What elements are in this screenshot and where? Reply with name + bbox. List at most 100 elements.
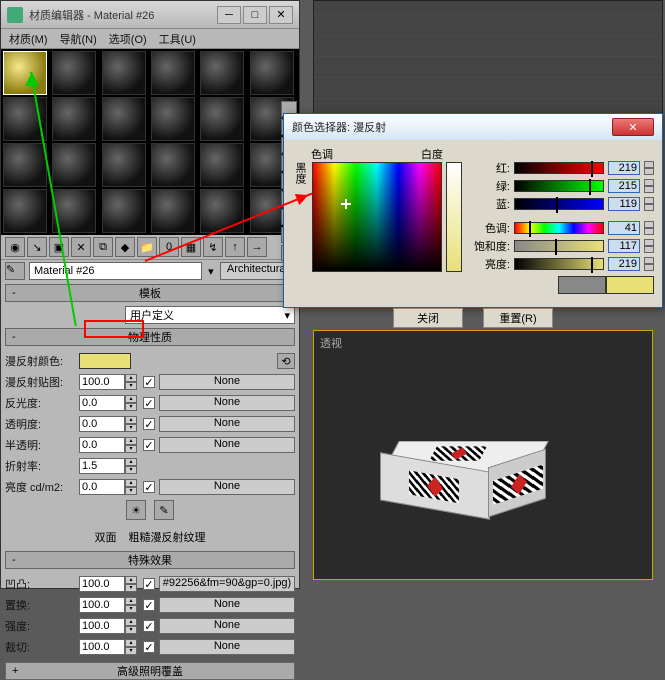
rollout-physical[interactable]: - 物理性质 [5, 328, 295, 346]
make-copy-icon[interactable]: ⧉ [93, 237, 113, 257]
channel-value[interactable]: 219 [608, 257, 640, 271]
spin-up-icon[interactable]: ▴ [125, 618, 137, 626]
value-spinner[interactable] [79, 416, 125, 432]
channel-slider[interactable] [514, 222, 604, 234]
value-spinner[interactable] [79, 639, 125, 655]
spin-down-icon[interactable] [644, 228, 654, 235]
map-slot-button[interactable]: None [159, 416, 295, 432]
spin-up-icon[interactable]: ▴ [125, 395, 137, 403]
spin-up-icon[interactable]: ▴ [125, 374, 137, 382]
spin-down-icon[interactable] [644, 264, 654, 271]
close-color-button[interactable]: 关闭 [393, 308, 463, 328]
value-spinner[interactable] [79, 395, 125, 411]
menu-navigate[interactable]: 导航(N) [60, 31, 97, 46]
channel-value[interactable]: 117 [608, 239, 640, 253]
material-slot[interactable] [3, 189, 47, 233]
material-slot[interactable] [151, 51, 195, 95]
spin-down-icon[interactable]: ▾ [125, 424, 137, 432]
map-slot-button[interactable]: None [159, 479, 295, 495]
menu-material[interactable]: 材质(M) [9, 31, 48, 46]
color-picker-titlebar[interactable]: 颜色选择器: 漫反射 ✕ [284, 114, 662, 140]
scene-box-object[interactable] [380, 430, 550, 540]
spin-up-icon[interactable]: ▴ [125, 597, 137, 605]
channel-value[interactable]: 41 [608, 221, 640, 235]
map-slot-button[interactable]: None [159, 395, 295, 411]
enable-checkbox[interactable]: ✓ [143, 641, 155, 653]
channel-slider[interactable] [514, 240, 604, 252]
spin-up-icon[interactable]: ▴ [125, 437, 137, 445]
enable-checkbox[interactable]: ✓ [143, 481, 155, 493]
channel-slider[interactable] [514, 162, 604, 174]
enable-checkbox[interactable]: ✓ [143, 439, 155, 451]
channel-value[interactable]: 215 [608, 179, 640, 193]
material-slot[interactable] [52, 97, 96, 141]
material-slot[interactable] [102, 51, 146, 95]
dropdown-arrow-icon[interactable]: ▾ [206, 265, 216, 278]
material-slot[interactable] [200, 143, 244, 187]
whiteness-slider[interactable] [446, 162, 462, 272]
diffuse-color-swatch[interactable] [79, 353, 131, 369]
material-slot[interactable] [200, 51, 244, 95]
spin-up-icon[interactable] [644, 161, 654, 168]
reset-map-icon[interactable]: ✕ [71, 237, 91, 257]
material-slot[interactable] [102, 189, 146, 233]
value-spinner[interactable] [79, 458, 125, 474]
enable-checkbox[interactable]: ✓ [143, 376, 155, 388]
spin-down-icon[interactable] [644, 204, 654, 211]
material-slot[interactable] [151, 143, 195, 187]
rollout-template[interactable]: - 模板 [5, 284, 295, 302]
rollout-special[interactable]: - 特殊效果 [5, 551, 295, 569]
maximize-button[interactable]: □ [243, 6, 267, 24]
channel-slider[interactable] [514, 198, 604, 210]
value-spinner[interactable] [79, 374, 125, 390]
rollout-advanced[interactable]: + 高级照明覆盖 [5, 662, 295, 680]
menu-tools[interactable]: 工具(U) [159, 31, 196, 46]
spin-up-icon[interactable] [644, 257, 654, 264]
spin-down-icon[interactable]: ▾ [125, 626, 137, 634]
spin-down-icon[interactable] [644, 168, 654, 175]
put-to-scene-icon[interactable]: ↘ [27, 237, 47, 257]
go-parent-icon[interactable]: ↑ [225, 237, 245, 257]
spin-up-icon[interactable] [644, 179, 654, 186]
material-slot[interactable] [52, 143, 96, 187]
map-slot-button[interactable]: None [159, 597, 295, 613]
map-slot-button[interactable]: #92256&fm=90&gp=0.jpg) [159, 576, 295, 592]
get-material-icon[interactable]: ◉ [5, 237, 25, 257]
spin-up-icon[interactable] [644, 221, 654, 228]
close-button[interactable]: ✕ [612, 118, 654, 136]
enable-checkbox[interactable]: ✓ [143, 418, 155, 430]
put-to-lib-icon[interactable]: 📁 [137, 237, 157, 257]
spin-up-icon[interactable]: ▴ [125, 458, 137, 466]
spin-up-icon[interactable]: ▴ [125, 416, 137, 424]
spin-down-icon[interactable] [644, 246, 654, 253]
channel-value[interactable]: 119 [608, 197, 640, 211]
spin-up-icon[interactable]: ▴ [125, 639, 137, 647]
spin-down-icon[interactable]: ▾ [125, 605, 137, 613]
enable-checkbox[interactable]: ✓ [143, 578, 155, 590]
value-spinner[interactable] [79, 618, 125, 634]
map-slot-button[interactable]: None [159, 374, 295, 390]
pick-from-obj-icon[interactable]: ✎ [5, 262, 25, 280]
material-slot[interactable] [250, 51, 294, 95]
spin-up-icon[interactable] [644, 197, 654, 204]
value-spinner[interactable] [79, 479, 125, 495]
spin-down-icon[interactable]: ▾ [125, 382, 137, 390]
value-spinner[interactable] [79, 597, 125, 613]
material-slot[interactable] [52, 51, 96, 95]
new-color-swatch[interactable] [606, 276, 654, 294]
spin-up-icon[interactable] [644, 239, 654, 246]
spin-down-icon[interactable]: ▾ [125, 487, 137, 495]
channel-value[interactable]: 219 [608, 161, 640, 175]
spin-up-icon[interactable]: ▴ [125, 479, 137, 487]
spin-down-icon[interactable]: ▾ [125, 647, 137, 655]
spin-down-icon[interactable] [644, 186, 654, 193]
make-unique-icon[interactable]: ◆ [115, 237, 135, 257]
material-slot[interactable] [151, 189, 195, 233]
material-slot[interactable] [200, 189, 244, 233]
close-button[interactable]: ✕ [269, 6, 293, 24]
old-color-swatch[interactable] [558, 276, 606, 294]
show-end-icon[interactable]: ↯ [203, 237, 223, 257]
hue-field[interactable] [312, 162, 442, 272]
template-dropdown[interactable]: 用户定义 ▾ [125, 306, 295, 324]
two-sided-checkbox[interactable]: 双面 [95, 529, 117, 545]
